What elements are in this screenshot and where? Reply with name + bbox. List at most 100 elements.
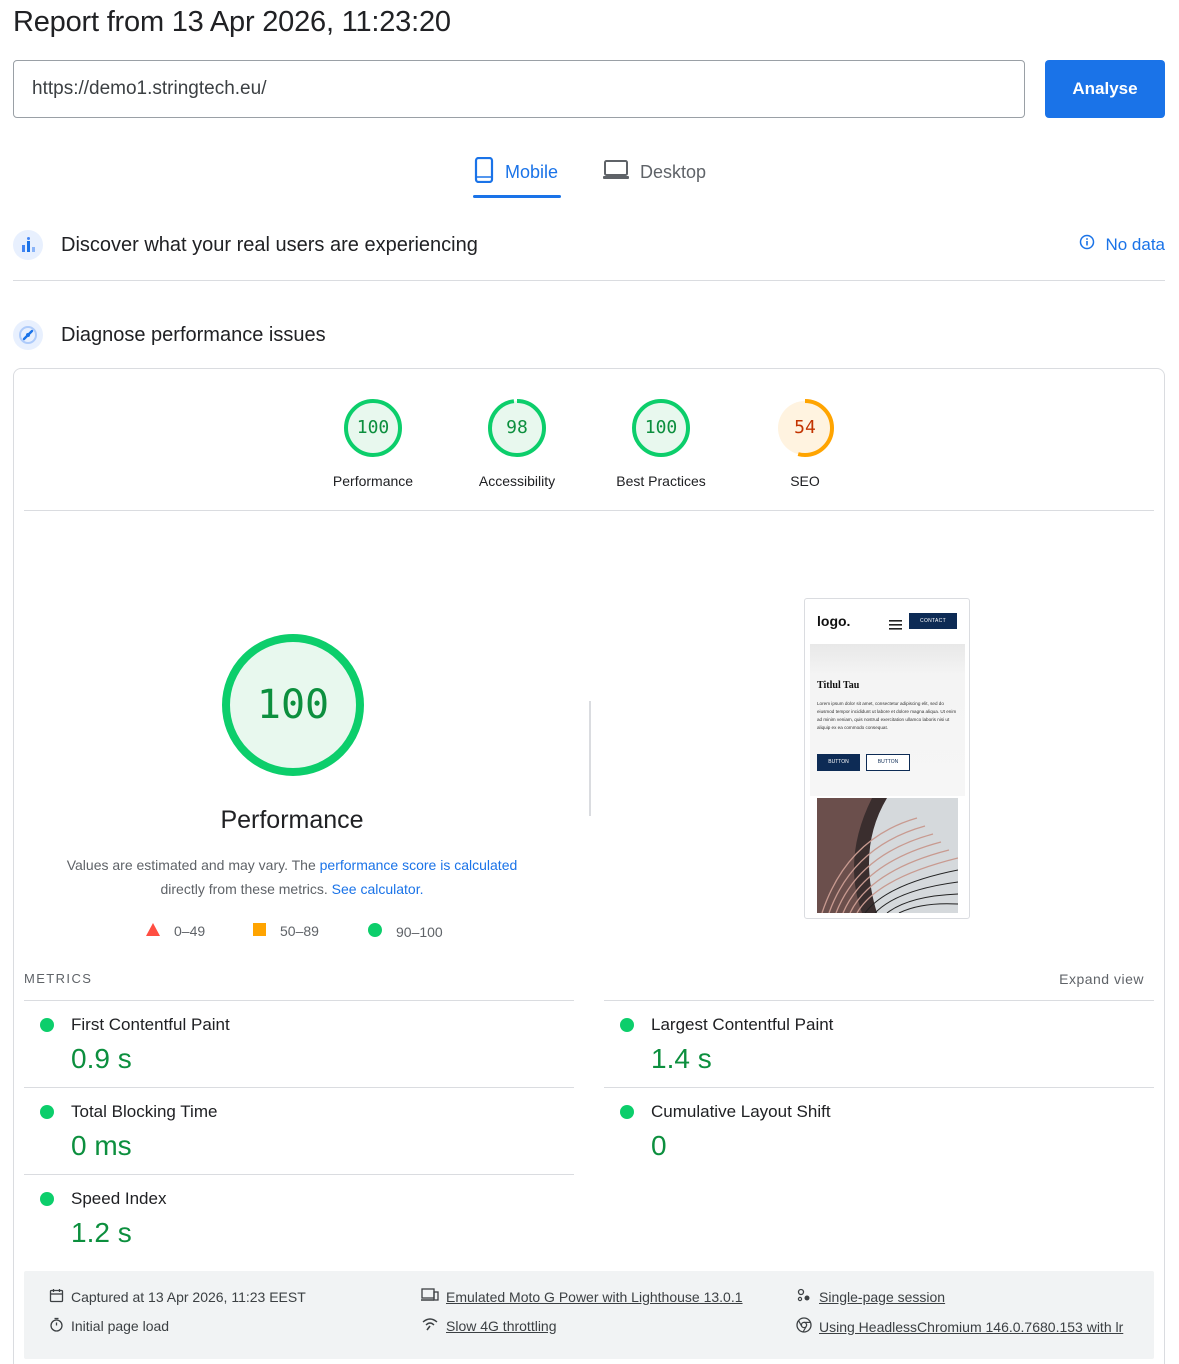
- throttling-item[interactable]: Slow 4G throttling: [421, 1317, 557, 1334]
- browser-item[interactable]: Using HeadlessChromium 146.0.7680.153 wi…: [796, 1317, 1123, 1336]
- score-ring: 54: [774, 397, 836, 459]
- score-ring: 98: [486, 397, 548, 459]
- score-value: 100: [644, 417, 678, 438]
- score-label: SEO: [790, 473, 820, 489]
- score-value: 100: [356, 417, 390, 438]
- screenshot-button-secondary: BUTTON: [866, 754, 910, 771]
- score-value: 98: [506, 417, 528, 438]
- screenshot-header: logo. CONTACT: [810, 604, 965, 642]
- metric-tbt: Total Blocking Time 0 ms: [24, 1087, 574, 1174]
- expand-view-toggle[interactable]: Expand view: [1059, 971, 1144, 987]
- metric-name: First Contentful Paint: [71, 1015, 230, 1034]
- report-title: Report from 13 Apr 2026, 11:23:20: [13, 6, 451, 38]
- hamburger-icon: [889, 617, 902, 630]
- triangle-icon: [146, 923, 160, 939]
- legend-range: 0–49: [174, 923, 206, 939]
- category-scores: 100 Performance 98 Accessibility 100 Bes…: [14, 397, 1164, 497]
- device-item[interactable]: Emulated Moto G Power with Lighthouse 13…: [421, 1288, 743, 1305]
- pass-circle-icon: [620, 1018, 634, 1032]
- users-chart-icon: [13, 230, 43, 260]
- pass-circle-icon: [40, 1192, 54, 1206]
- note-text: directly from these metrics.: [160, 881, 328, 897]
- screenshot-contact-button: CONTACT: [909, 613, 957, 629]
- tab-mobile[interactable]: Mobile: [473, 148, 558, 196]
- performance-label: Performance: [220, 806, 364, 834]
- no-data-status[interactable]: No data: [1079, 234, 1165, 255]
- vertical-divider: [589, 701, 591, 816]
- lighthouse-icon: [13, 320, 43, 350]
- runtime-settings: Captured at 13 Apr 2026, 11:23 EEST Init…: [24, 1271, 1154, 1359]
- report-card: 100 Performance 98 Accessibility 100 Bes…: [13, 368, 1165, 1364]
- score-label: Best Practices: [616, 473, 706, 489]
- metric-lcp: Largest Contentful Paint 1.4 s: [604, 1000, 1154, 1087]
- see-calculator-link[interactable]: See calculator.: [332, 881, 424, 897]
- legend-pass: 90–100: [368, 923, 443, 940]
- diagnose-title: Diagnose performance issues: [61, 323, 326, 346]
- score-label: Accessibility: [478, 473, 556, 489]
- diagnose-section: Diagnose performance issues: [13, 316, 1165, 354]
- score-seo[interactable]: 54 SEO: [745, 397, 865, 489]
- score-ring: 100: [630, 397, 692, 459]
- active-tab-indicator: [473, 195, 561, 198]
- metric-value: 1.2 s: [71, 1217, 132, 1248]
- tab-desktop[interactable]: Desktop: [602, 148, 706, 196]
- tab-desktop-label: Desktop: [640, 161, 707, 182]
- metrics-heading: METRICS: [24, 971, 93, 986]
- no-data-label: No data: [1105, 234, 1165, 254]
- metric-value: 0.9 s: [71, 1043, 132, 1074]
- timer-icon: [49, 1317, 64, 1335]
- session-text: Single-page session: [819, 1288, 946, 1305]
- info-icon: [1079, 234, 1095, 255]
- circle-icon: [368, 923, 382, 940]
- score-calculated-link[interactable]: performance score is calculated: [320, 857, 518, 873]
- metric-name: Total Blocking Time: [71, 1102, 218, 1121]
- tab-mobile-label: Mobile: [505, 161, 559, 182]
- pass-circle-icon: [40, 1018, 54, 1032]
- captured-item: Captured at 13 Apr 2026, 11:23 EEST: [49, 1288, 306, 1306]
- score-legend: 0–49 50–89 90–100: [14, 923, 1164, 945]
- screenshot-architecture-image: [817, 798, 958, 913]
- screenshot-heading: Titlul Tau: [817, 680, 860, 691]
- session-icon: [796, 1288, 812, 1305]
- analyse-button[interactable]: Analyse: [1045, 60, 1165, 118]
- performance-note: Values are estimated and may vary. The p…: [42, 853, 542, 901]
- metric-si: Speed Index 1.2 s: [24, 1174, 574, 1261]
- real-users-section[interactable]: Discover what your real users are experi…: [13, 226, 1165, 264]
- final-screenshot[interactable]: logo. CONTACT Titlul Tau Lorem ipsum dol…: [804, 598, 970, 919]
- square-icon: [253, 923, 266, 939]
- url-input[interactable]: [13, 60, 1025, 118]
- signal-icon: [421, 1317, 439, 1334]
- load-item: Initial page load: [49, 1317, 169, 1335]
- note-text: Values are estimated and may vary. The: [66, 857, 316, 873]
- devices-icon: [421, 1288, 439, 1305]
- performance-score: 100: [256, 682, 330, 728]
- load-text: Initial page load: [71, 1318, 170, 1334]
- score-value: 54: [794, 417, 816, 438]
- legend-range: 90–100: [396, 923, 443, 940]
- screenshot-hero: Titlul Tau Lorem ipsum dolor sit amet, c…: [810, 644, 965, 796]
- screenshot-page: logo. CONTACT Titlul Tau Lorem ipsum dol…: [810, 604, 965, 914]
- score-best-practices[interactable]: 100 Best Practices: [601, 397, 721, 489]
- score-accessibility[interactable]: 98 Accessibility: [457, 397, 577, 489]
- score-performance[interactable]: 100 Performance: [313, 397, 433, 489]
- scores-divider: [24, 510, 1154, 511]
- pass-circle-icon: [620, 1105, 634, 1119]
- metric-value: 0 ms: [71, 1130, 132, 1161]
- browser-text: Using HeadlessChromium 146.0.7680.153 wi…: [819, 1318, 1124, 1335]
- calendar-icon: [49, 1288, 64, 1306]
- legend-average: 50–89: [253, 923, 319, 939]
- laptop-icon: [602, 159, 630, 186]
- metric-value: 0: [651, 1130, 667, 1161]
- performance-gauge: 100: [219, 631, 367, 779]
- score-label: Performance: [332, 473, 414, 489]
- metric-value: 1.4 s: [651, 1043, 712, 1074]
- screenshot-paragraph: Lorem ipsum dolor sit amet, consectetur …: [817, 701, 957, 730]
- device-tabs: Mobile Desktop: [0, 148, 1179, 200]
- section-divider: [13, 280, 1165, 281]
- chrome-icon: [796, 1317, 812, 1336]
- metric-fcp: First Contentful Paint 0.9 s: [24, 1000, 574, 1087]
- pass-circle-icon: [40, 1105, 54, 1119]
- metric-name: Speed Index: [71, 1189, 167, 1208]
- metric-name: Cumulative Layout Shift: [651, 1102, 831, 1121]
- session-item[interactable]: Single-page session: [796, 1288, 945, 1305]
